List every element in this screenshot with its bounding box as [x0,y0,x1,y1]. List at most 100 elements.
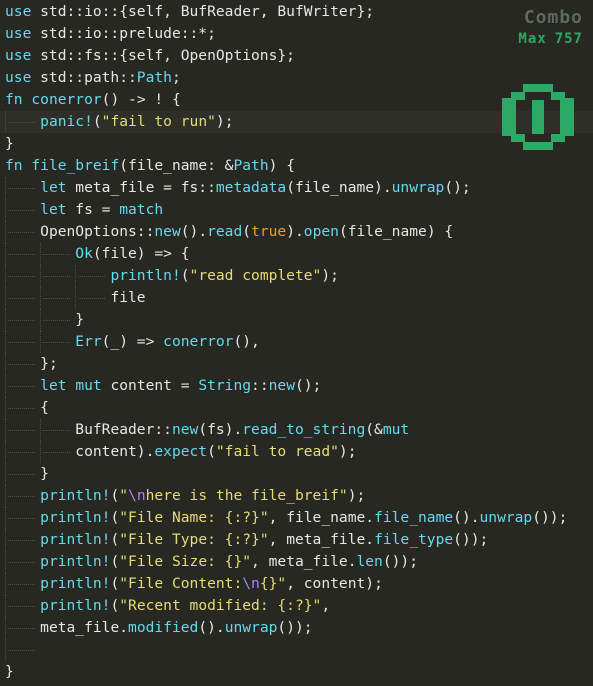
code-line[interactable]: println!("File Name: {:?}", file_name.fi… [5,507,593,529]
code-line[interactable]: file [5,287,593,309]
code-line[interactable]: Err(_) => conerror(), [5,331,593,353]
whitespace-marker [78,276,106,277]
code-token-plain: ( [242,223,252,240]
whitespace-marker [8,254,36,255]
code-token-str: " [119,487,129,504]
code-line[interactable]: meta_file.modified().unwrap()); [5,617,593,639]
code-token-plain: std::io::prelude::*; [31,25,216,42]
whitespace-marker [8,188,36,189]
code-token-mac: println! [40,509,111,526]
code-token-plain: ( [92,113,102,130]
whitespace-marker [8,342,36,343]
whitespace-marker [8,452,36,453]
code-line[interactable]: println!("\nhere is the file_breif"); [5,485,593,507]
indent-guide [5,331,6,353]
code-token-plain: , file_name. [268,509,375,526]
indent-guide [5,243,6,265]
code-line[interactable]: OpenOptions::new().read(true).open(file_… [5,221,593,243]
indent-guide [40,309,42,331]
code-line[interactable]: Ok(file) => { [5,243,593,265]
code-token-plain: (fs). [198,421,243,438]
code-token-str: "fail to read" [215,443,339,460]
code-token-plain: fs = [66,201,120,218]
code-token-plain: ()); [277,619,313,636]
indent-guide [5,199,6,221]
code-token-kw: match [119,201,164,218]
code-line[interactable]: }; [5,353,593,375]
code-token-plain: , meta_file. [268,531,375,548]
code-line[interactable]: println!("Recent modified: {:?}", [5,595,593,617]
code-token-plain: (& [365,421,383,438]
code-line[interactable]: println!("read complete"); [5,265,593,287]
code-token-esc: \n [242,575,260,592]
code-line[interactable]: BufReader::new(fs).read_to_string(&mut [5,419,593,441]
code-line[interactable]: use std::io::prelude::*; [5,23,593,45]
indent-guide [5,529,6,551]
code-token-ty: String [198,377,252,394]
code-line[interactable]: println!("File Size: {}", meta_file.len(… [5,551,593,573]
code-token-fn: read_to_string [242,421,366,438]
code-token-plain: std::path:: [31,69,137,86]
code-token-fn: file_breif [31,157,120,174]
code-token-plain: content). [75,443,155,460]
whitespace-marker [8,232,36,233]
combo-max-label: Max [518,31,547,47]
combo-title: Combo [523,7,583,28]
whitespace-marker [8,320,36,321]
whitespace-marker [8,210,36,211]
indent-guide [5,265,6,287]
indent-guide [5,287,6,309]
code-line[interactable]: content).expect("fail to read"); [5,441,593,463]
code-token-plain: std::io::{self, BufReader, BufWriter}; [31,3,375,20]
code-line[interactable]: } [5,463,593,485]
code-line[interactable]: { [5,397,593,419]
indent-guide [5,353,6,375]
code-token-plain: , content); [286,575,383,592]
code-token-plain: ); [215,113,234,130]
code-token-plain: (file_name). [286,179,392,196]
indent-guide [5,639,6,661]
code-line[interactable]: let meta_file = fs::metadata(file_name).… [5,177,593,199]
code-token-mac: println! [40,487,111,504]
indent-guide [75,265,77,287]
indent-guide [5,375,6,397]
code-token-ty: Err [75,333,102,350]
code-line[interactable]: use std::io::{self, BufReader, BufWriter… [5,1,593,23]
code-token-plain: (); [294,377,322,394]
whitespace-marker [78,298,106,299]
code-token-ty: Path [136,69,172,86]
code-token-plain: OpenOptions:: [40,223,155,240]
pixel-digit-zero-icon [502,84,574,150]
combo-counter-panel: Combo Max 757 [518,8,583,48]
code-token-fn: unwrap [391,179,445,196]
code-line[interactable] [5,639,593,661]
code-token-plain: ()); [453,531,489,548]
code-line[interactable]: let fs = match [5,199,593,221]
code-token-lit: true [251,223,287,240]
code-token-plain: ( [207,443,216,460]
code-token-plain: (). [198,619,225,636]
code-line[interactable]: let mut content = String::new(); [5,375,593,397]
code-line[interactable]: fn file_breif(file_name: &Path) { [5,155,593,177]
code-line[interactable]: println!("File Type: {:?}", meta_file.fi… [5,529,593,551]
code-token-plain: ) { [268,157,295,174]
code-token-plain: } [5,135,14,152]
code-line[interactable]: } [5,661,593,683]
code-token-ty: Ok [75,245,93,262]
code-editor[interactable]: use std::io::{self, BufReader, BufWriter… [0,0,593,686]
indent-guide [5,111,6,133]
code-token-plain: ); [338,443,357,460]
code-line[interactable]: } [5,309,593,331]
indent-guide [5,551,6,573]
code-line[interactable]: use std::fs::{self, OpenOptions}; [5,45,593,67]
code-token-plain: :: [251,377,269,394]
indent-guide [40,441,42,463]
code-line[interactable]: println!("File Content:\n{}", content); [5,573,593,595]
whitespace-marker [8,276,36,277]
indent-guide [5,463,6,485]
code-token-plain: (_) => [101,333,164,350]
code-token-plain: (); [444,179,471,196]
code-token-kw: use [5,3,32,20]
whitespace-marker [43,342,71,343]
